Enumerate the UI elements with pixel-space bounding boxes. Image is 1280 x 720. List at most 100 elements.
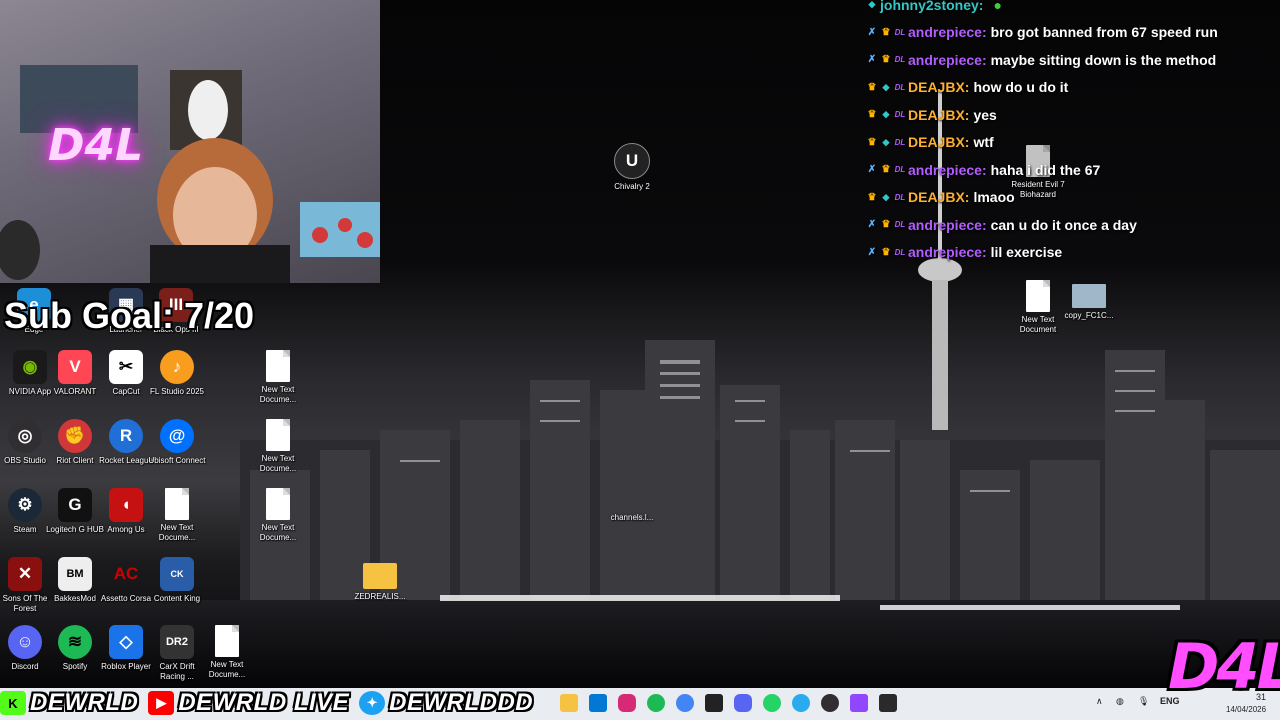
chat-text: maybe sitting down is the method: [990, 51, 1217, 68]
desktop-icon-text-document-4[interactable]: New Text Docume...: [248, 488, 308, 543]
chat-username: DEAJBX: [908, 134, 965, 151]
chrome-icon[interactable]: [676, 694, 694, 712]
kick-icon: K: [0, 691, 26, 715]
valorant-icon: V: [58, 350, 92, 384]
desktop-icon-ubisoft[interactable]: @ Ubisoft Connect: [147, 419, 207, 466]
chat-username: DEAJBX: [908, 189, 965, 206]
unreal-icon: U: [614, 143, 650, 179]
file-explorer-icon[interactable]: [560, 694, 578, 712]
text-document-icon: [165, 488, 189, 520]
webcam-overlay: D4L: [0, 0, 380, 283]
mod-badge-icon: ✗: [867, 164, 877, 176]
tray-date[interactable]: 14/04/2026: [1226, 705, 1266, 714]
chat-username: DEAJBX: [908, 106, 965, 123]
store-icon[interactable]: [589, 694, 607, 712]
social-overlay: K DEWRLD ▶ DEWRLD LIVE ✦ DEWRLDDD: [0, 686, 539, 720]
chat-colon: :: [964, 134, 970, 151]
chat-colon: :: [964, 106, 970, 123]
sons-forest-icon: ✕: [8, 557, 42, 591]
whatsapp-icon[interactable]: [763, 694, 781, 712]
assetto-corsa-icon: AC: [113, 564, 139, 583]
dl-badge-icon: DL: [894, 247, 906, 257]
chat-colon: :: [981, 161, 987, 178]
text-document-icon: [1026, 280, 1050, 312]
sub-goal-text: Sub Goal: 7/20: [4, 295, 255, 336]
sub-badge-icon: ◆: [882, 136, 890, 147]
mod-badge-icon: ✗: [867, 54, 877, 66]
youtube-icon: ▶: [148, 691, 175, 715]
mod-badge-icon: ✗: [867, 246, 877, 258]
desktop-icon-copy-image[interactable]: copy_FC1C...: [1059, 284, 1119, 321]
discord-icon[interactable]: [734, 694, 752, 712]
twitter-icon: ✦: [359, 691, 386, 715]
chat-username: andrepiece: [908, 51, 982, 68]
chat-username: johnny2stoney: [880, 0, 979, 13]
chat-message: ♛ ◆ DL DEAJBX : yes: [866, 101, 1280, 129]
epic-games-icon[interactable]: [879, 694, 897, 712]
desktop-icon-text-document-3[interactable]: New Text Docume...: [147, 488, 207, 543]
instagram-icon[interactable]: [618, 694, 636, 712]
dl-badge-icon: DL: [894, 192, 906, 202]
chat-colon: :: [981, 24, 987, 41]
fl-studio-icon: ♪: [160, 350, 194, 384]
chat-message: ✗ ♛ DL andrepiece : lil exercise: [866, 239, 1280, 267]
chat-username: andrepiece: [908, 216, 982, 233]
spotify-icon[interactable]: [647, 694, 665, 712]
desktop-icon-channels-file[interactable]: channels.l...: [602, 510, 662, 523]
obs-icon[interactable]: [821, 694, 839, 712]
pc-icon[interactable]: [705, 694, 723, 712]
tray-microphone-icon[interactable]: 🎙: [1138, 696, 1149, 707]
desktop-icon-folder-zedrealis[interactable]: ZEDREALIS...: [350, 557, 410, 602]
crown-badge-icon: ♛: [881, 164, 891, 176]
chat-text: how do u do it: [973, 79, 1069, 96]
ubisoft-icon: @: [160, 419, 194, 453]
rocket-league-icon: R: [109, 419, 143, 453]
desktop-icon-text-document-2[interactable]: New Text Docume...: [248, 419, 308, 474]
mod-badge-icon: ✗: [867, 26, 877, 38]
tray-network-icon[interactable]: ◍: [1116, 696, 1124, 707]
chat-message: ✗ ♛ DL andrepiece : haha i did the 67: [866, 156, 1280, 184]
chat-colon: :: [964, 79, 970, 96]
riot-icon: ✊: [58, 419, 92, 453]
folder-icon: [363, 563, 397, 589]
logitech-icon: G: [58, 488, 92, 522]
crown-badge-icon: ♛: [881, 246, 891, 258]
desktop-icon-text-document-1[interactable]: New Text Docume...: [248, 350, 308, 405]
chat-username: DEAJBX: [908, 79, 965, 96]
chat-colon: :: [981, 51, 987, 68]
chat-message: ✗ ♛ DL andrepiece : maybe sitting down i…: [866, 46, 1280, 74]
dl-badge-icon: DL: [894, 137, 906, 147]
bakkesmod-icon: BM: [58, 557, 92, 591]
chat-text: bro got banned from 67 speed run: [990, 24, 1218, 41]
chat-text: lmaoo: [973, 189, 1015, 206]
twitch-icon[interactable]: [850, 694, 868, 712]
desktop-icon-fl-studio[interactable]: ♪ FL Studio 2025: [147, 350, 207, 397]
among-us-icon: ◖: [109, 488, 143, 522]
steam-icon: ⚙: [8, 488, 42, 522]
chat-text: wtf: [973, 134, 994, 151]
image-file-icon: [1072, 284, 1106, 308]
chat-text: yes: [973, 106, 997, 123]
crown-badge-icon: ♛: [881, 54, 891, 66]
chat-colon: :: [981, 244, 987, 261]
crown-badge-icon: ♛: [867, 81, 877, 93]
crown-badge-icon: ♛: [881, 219, 891, 231]
dl-badge-icon: DL: [894, 110, 906, 120]
chat-colon: :: [964, 189, 970, 206]
capcut-icon: ✂: [109, 350, 143, 384]
tray-chevron-icon[interactable]: ∧: [1096, 696, 1103, 707]
desktop-icon-chivalry-2[interactable]: U Chivalry 2: [602, 143, 662, 192]
telegram-icon[interactable]: [792, 694, 810, 712]
chat-message: ♛ ◆ DL DEAJBX : lmaoo: [866, 184, 1280, 212]
desktop-icon-text-document-5[interactable]: New Text Docume...: [197, 625, 257, 680]
d4l-corner-logo: D4L: [1168, 630, 1280, 703]
carx-icon: DR2: [160, 625, 194, 659]
desktop-icon-content-king[interactable]: CK Content King: [147, 557, 207, 604]
dl-badge-icon: DL: [894, 55, 906, 65]
obs-icon: ◎: [8, 419, 42, 453]
roblox-icon: ◇: [109, 625, 143, 659]
chat-text: lil exercise: [990, 244, 1063, 261]
dl-badge-icon: DL: [894, 220, 906, 230]
chat-overlay: ◆ johnny2stoney : ● ✗ ♛ DL andrepiece : …: [866, 0, 1280, 266]
dl-badge-icon: DL: [894, 165, 906, 175]
